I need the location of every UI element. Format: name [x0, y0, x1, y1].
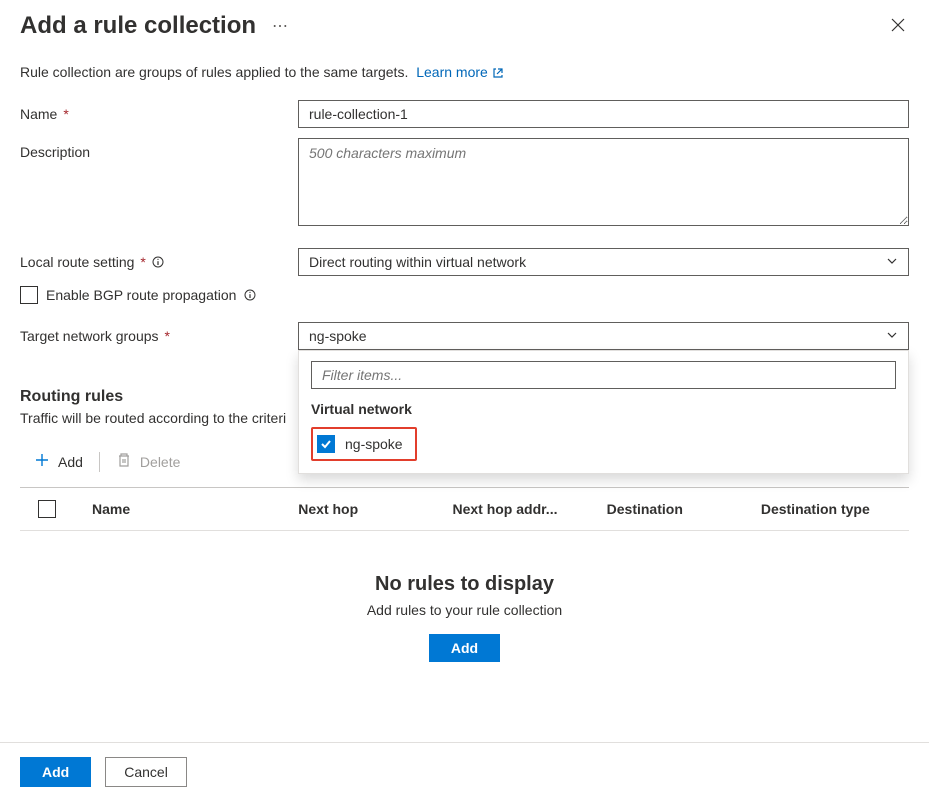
footer-cancel-button[interactable]: Cancel: [105, 757, 187, 787]
description-label: Description: [20, 138, 298, 160]
empty-add-button[interactable]: Add: [429, 634, 500, 662]
local-route-label: Local route setting*: [20, 248, 298, 270]
close-icon[interactable]: [887, 14, 909, 39]
name-label: Name*: [20, 100, 298, 122]
info-icon[interactable]: [244, 289, 256, 301]
plus-icon: [34, 452, 50, 471]
local-route-select[interactable]: Direct routing within virtual network: [298, 248, 909, 276]
intro-text: Rule collection are groups of rules appl…: [20, 64, 408, 80]
learn-more-link[interactable]: Learn more: [416, 64, 504, 80]
bgp-checkbox[interactable]: [20, 286, 38, 304]
divider: [99, 452, 100, 472]
col-name[interactable]: Name: [92, 501, 274, 517]
dropdown-section-title: Virtual network: [311, 401, 896, 417]
bgp-label: Enable BGP route propagation: [46, 287, 236, 303]
footer-add-button[interactable]: Add: [20, 757, 91, 787]
description-field[interactable]: [298, 138, 909, 226]
col-next-hop-addr[interactable]: Next hop addr...: [452, 501, 582, 517]
target-dropdown-panel: Virtual network ng-spoke: [298, 350, 909, 474]
trash-icon: [116, 452, 132, 471]
info-icon[interactable]: [152, 256, 164, 268]
empty-desc: Add rules to your rule collection: [20, 602, 909, 618]
col-destination-type[interactable]: Destination type: [761, 501, 891, 517]
empty-title: No rules to display: [20, 573, 909, 596]
filter-input[interactable]: [311, 361, 896, 389]
chevron-down-icon: [886, 328, 898, 344]
col-destination[interactable]: Destination: [607, 501, 737, 517]
page-title: Add a rule collection: [20, 12, 256, 40]
more-icon[interactable]: ⋯: [272, 16, 289, 36]
dropdown-item-ng-spoke[interactable]: ng-spoke: [311, 427, 417, 461]
toolbar-add-button[interactable]: Add: [34, 448, 83, 475]
chevron-down-icon: [886, 254, 898, 270]
target-label: Target network groups*: [20, 322, 298, 344]
dropdown-item-label: ng-spoke: [345, 436, 403, 452]
toolbar-delete-button: Delete: [116, 448, 180, 475]
checkbox-checked-icon: [317, 435, 335, 453]
table-header: Name Next hop Next hop addr... Destinati…: [20, 487, 909, 531]
col-next-hop[interactable]: Next hop: [298, 501, 428, 517]
name-field[interactable]: [298, 100, 909, 128]
select-all-checkbox[interactable]: [38, 500, 56, 518]
target-select[interactable]: ng-spoke: [298, 322, 909, 350]
external-link-icon: [492, 66, 504, 82]
